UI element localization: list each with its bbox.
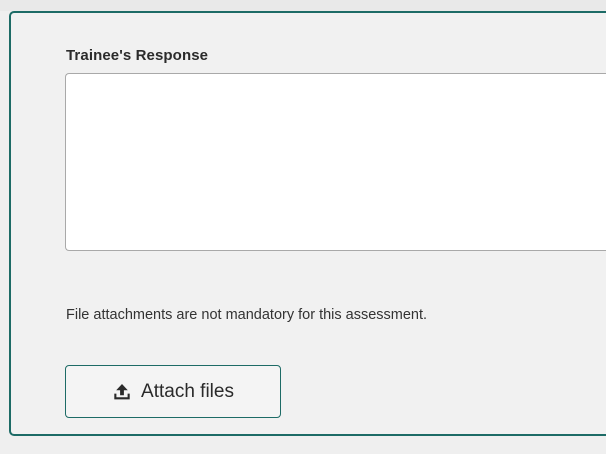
upload-icon — [112, 382, 132, 402]
page: Trainee's Response File attachments are … — [0, 0, 606, 454]
response-textarea[interactable] — [65, 73, 606, 251]
attach-files-button[interactable]: Attach files — [65, 365, 281, 418]
attachment-note: File attachments are not mandatory for t… — [66, 307, 428, 323]
response-label: Trainee's Response — [66, 47, 209, 64]
attach-files-label: Attach files — [141, 380, 234, 402]
response-card: Trainee's Response File attachments are … — [9, 11, 606, 436]
top-divider — [0, 0, 606, 11]
